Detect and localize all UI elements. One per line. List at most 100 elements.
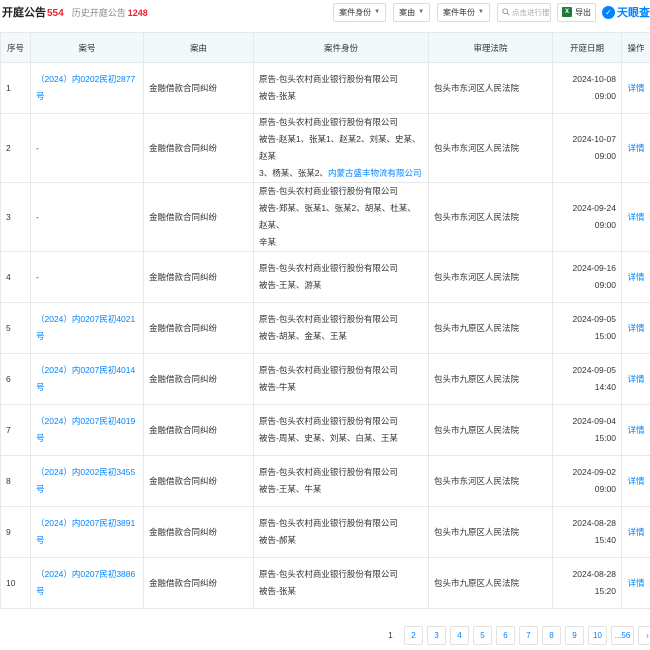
details-link[interactable]: 详情 xyxy=(621,506,650,558)
case-cause: 金融借款合同纠纷 xyxy=(143,182,254,252)
col-cause: 案由 xyxy=(143,32,254,63)
chevron-down-icon: ▼ xyxy=(374,9,381,15)
page-button[interactable]: 9 xyxy=(565,626,584,645)
filter-case-identity[interactable]: 案件身份 ▼ xyxy=(333,2,387,22)
case-parties: 原告-包头农村商业银行股份有限公司 被告-王某、牛某 xyxy=(253,455,429,507)
defendant-line: 被告-张某 xyxy=(259,583,423,600)
page-button[interactable]: ...56 xyxy=(611,626,634,645)
details-link[interactable]: 详情 xyxy=(621,455,650,507)
case-number: - xyxy=(30,113,144,183)
row-index: 3 xyxy=(0,182,31,252)
case-parties: 原告-包头农村商业银行股份有限公司被告-郝某 xyxy=(253,506,429,558)
plaintiff-line: 原告-包头农村商业银行股份有限公司 xyxy=(259,71,423,88)
details-link[interactable]: 详情 xyxy=(621,557,650,609)
page-button[interactable]: 5 xyxy=(473,626,492,645)
party-text: 辛某 xyxy=(259,237,277,247)
party-text: 被告-王某、游某 xyxy=(259,280,322,290)
case-number[interactable]: （2024）内0202民初3455号 xyxy=(30,455,144,507)
plaintiff-line: 原告-包头农村商业银行股份有限公司 xyxy=(259,114,423,131)
case-cause: 金融借款合同纠纷 xyxy=(143,302,254,354)
filter-cause[interactable]: 案由 ▼ xyxy=(393,2,431,22)
page-button[interactable]: 3 xyxy=(427,626,446,645)
page-button[interactable]: 1 xyxy=(381,626,400,645)
defendant-line: 辛某 xyxy=(259,234,423,251)
case-number[interactable]: （2024）内0207民初4014号 xyxy=(30,353,144,405)
details-link[interactable]: 详情 xyxy=(621,182,650,252)
court-name: 包头市九原区人民法院 xyxy=(428,302,553,354)
page-button[interactable]: 7 xyxy=(519,626,538,645)
hearing-date: 2024-10-08 09:00 xyxy=(552,62,622,114)
defendant-line: 3、杨某、张某2、内蒙古盛丰物流有限公司 xyxy=(259,165,423,182)
search-input[interactable]: 点击进行搜索 xyxy=(497,2,551,22)
history-count: 1248 xyxy=(127,7,148,18)
tianyancha-logo: ✓ 天眼查 xyxy=(602,4,650,20)
party-text: 被告-周某、史某、刘某、白某、王某 xyxy=(259,433,398,443)
row-index: 5 xyxy=(0,302,31,354)
defendant-line: 被告-张某 xyxy=(259,88,423,105)
plaintiff-line: 原告-包头农村商业银行股份有限公司 xyxy=(259,183,423,200)
page-button[interactable]: 4 xyxy=(450,626,469,645)
defendant-line: 被告-胡某、金某、王某 xyxy=(259,328,423,345)
defendant-line: 被告-郝某 xyxy=(259,532,423,549)
logo-icon: ✓ xyxy=(602,5,615,19)
col-index: 序号 xyxy=(0,32,31,63)
party-text: 被告-张某 xyxy=(259,91,296,101)
party-text: 被告-王某、牛某 xyxy=(259,484,322,494)
hearing-date: 2024-08-28 15:20 xyxy=(552,557,622,609)
hearing-date: 2024-09-05 15:00 xyxy=(552,302,622,354)
details-link[interactable]: 详情 xyxy=(621,62,650,114)
defendant-line: 被告-周某、史某、刘某、白某、王某 xyxy=(259,430,423,447)
case-cause: 金融借款合同纠纷 xyxy=(143,62,254,114)
case-number[interactable]: （2024）内0202民初2877号 xyxy=(30,62,144,114)
pagination: 1 2 3 4 5 6 7 8 9 10 ...56 › xyxy=(381,626,650,645)
row-index: 8 xyxy=(0,455,31,507)
page-button[interactable]: 2 xyxy=(404,626,423,645)
search-icon xyxy=(502,8,510,16)
hearing-date: 2024-09-04 15:00 xyxy=(552,404,622,456)
history-link[interactable]: 历史开庭公告 1248 xyxy=(72,6,148,19)
hearing-date: 2024-09-16 09:00 xyxy=(552,251,622,303)
row-index: 4 xyxy=(0,251,31,303)
details-link[interactable]: 详情 xyxy=(621,404,650,456)
filter-case-year[interactable]: 案件年份 ▼ xyxy=(437,2,490,22)
case-number[interactable]: （2024）内0207民初3886号 xyxy=(30,557,144,609)
table-row: 6 （2024）内0207民初4014号 金融借款合同纠纷 原告-包头农村商业银行股份… xyxy=(0,353,650,405)
case-cause: 金融借款合同纠纷 xyxy=(143,506,254,558)
case-number[interactable]: （2024）内0207民初4021号 xyxy=(30,302,144,354)
export-button[interactable]: X 导出 xyxy=(557,2,596,22)
case-cause: 金融借款合同纠纷 xyxy=(143,557,254,609)
page-button[interactable]: 8 xyxy=(542,626,561,645)
row-index: 6 xyxy=(0,353,31,405)
case-cause: 金融借款合同纠纷 xyxy=(143,455,254,507)
court-name: 包头市东河区人民法院 xyxy=(428,182,553,252)
section-title: 开庭公告554 xyxy=(2,7,64,19)
party-text: 原告-包头农村商业银行股份有限公司 xyxy=(259,518,398,528)
next-page-icon[interactable]: › xyxy=(638,626,650,645)
col-action: 操作 xyxy=(621,32,650,63)
party-text: 被告-郑某、张某1、张某2、胡某、杜某、赵某、 xyxy=(259,203,416,230)
details-link[interactable]: 详情 xyxy=(621,113,650,183)
defendant-line: 被告-郑某、张某1、张某2、胡某、杜某、赵某、 xyxy=(259,200,423,234)
table-row: 9 （2024）内0207民初3891号 金融借款合同纠纷 原告-包头农村商业银行股份… xyxy=(0,506,650,558)
details-link[interactable]: 详情 xyxy=(621,251,650,303)
details-link[interactable]: 详情 xyxy=(621,353,650,405)
case-parties: 原告-包头农村商业银行股份有限公司被告-周某、史某、刘某、白某、王某 xyxy=(253,404,429,456)
plaintiff-line: 原告-包头农村商业银行股份有限公司 xyxy=(259,515,423,532)
court-name: 包头市东河区人民法院 xyxy=(428,113,553,183)
party-text: 原告-包头农村商业银行股份有限公司 xyxy=(259,74,398,84)
plaintiff-line: 原告-包头农村商业银行股份有限公司 xyxy=(259,413,423,430)
court-name: 包头市九原区人民法院 xyxy=(428,557,553,609)
company-link[interactable]: 内蒙古盛丰物流有限公司 xyxy=(328,168,422,178)
page-button[interactable]: 6 xyxy=(496,626,515,645)
table-row: 7 （2024）内0207民初4019号 金融借款合同纠纷 原告-包头农村商业银行股份… xyxy=(0,404,650,456)
details-link[interactable]: 详情 xyxy=(621,302,650,354)
court-name: 包头市九原区人民法院 xyxy=(428,404,553,456)
table-row: 3- 金融借款合同纠纷 原告-包头农村商业银行股份有限公司 被告-郑某、张某1、张某2… xyxy=(0,182,650,252)
case-parties: 原告-包头农村商业银行股份有限公司 被告-王某、游某 xyxy=(253,251,429,303)
party-text: 3、杨某、张某2、 xyxy=(259,168,328,178)
page-button[interactable]: 10 xyxy=(588,626,607,645)
case-parties: 原告-包头农村商业银行股份有限公司 被告-张某 xyxy=(253,557,429,609)
header-bar: 开庭公告554 历史开庭公告 1248 案件身份 ▼ 案由 ▼ 案件年份 ▼ 点击进行搜… xyxy=(0,0,650,24)
case-number[interactable]: （2024）内0207民初4019号 xyxy=(30,404,144,456)
case-number[interactable]: （2024）内0207民初3891号 xyxy=(30,506,144,558)
